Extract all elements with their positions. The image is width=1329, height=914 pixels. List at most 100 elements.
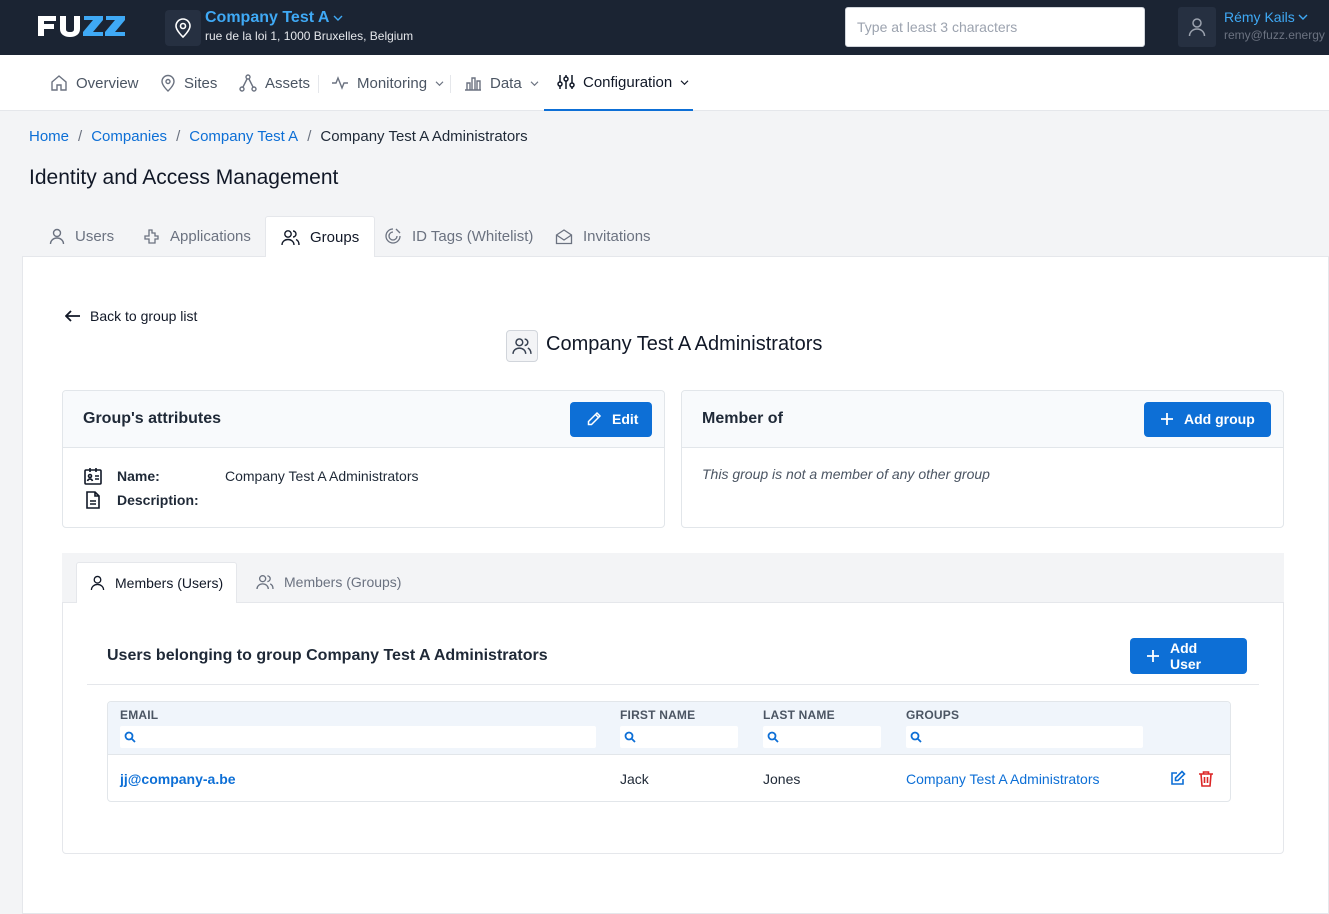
breadcrumb-separator: / (307, 128, 312, 145)
column-header-groups[interactable]: GROUPS (906, 708, 959, 722)
card-header: Member of Add group (682, 391, 1283, 448)
user-first-name: Jack (620, 771, 649, 787)
company-address: rue de la loi 1, 1000 Bruxelles, Belgium (205, 29, 414, 43)
company-name: Company Test A (205, 9, 330, 26)
description-attribute-row: Description: (83, 490, 225, 510)
group-title: Company Test A Administrators (546, 333, 823, 355)
user-group-link[interactable]: Company Test A Administrators (906, 771, 1100, 787)
empty-member-of-note: This group is not a member of any other … (702, 466, 990, 482)
user-email: remy@fuzz.energy (1224, 28, 1325, 42)
breadcrumb-separator: / (78, 128, 83, 145)
chevron-down-icon (530, 80, 539, 87)
trash-icon[interactable] (1198, 770, 1214, 787)
chevron-down-icon (333, 14, 343, 22)
tab-members-users[interactable]: Members (Users) (76, 562, 238, 603)
breadcrumb-companies[interactable]: Companies (91, 128, 167, 145)
nav-assets[interactable]: Assets (239, 55, 310, 111)
tab-users[interactable]: Users (34, 216, 130, 257)
user-email-link[interactable]: jj@company-a.be (120, 771, 236, 787)
pencil-icon (586, 411, 602, 427)
card-header: Group's attributes Edit (63, 391, 664, 448)
arrow-left-icon (65, 310, 81, 322)
tab-label: Applications (170, 227, 251, 245)
column-header-last-name[interactable]: LAST NAME (763, 708, 835, 722)
column-header-email[interactable]: EMAIL (120, 708, 158, 722)
last-name-filter-input[interactable] (763, 726, 881, 748)
add-user-button-label: Add User (1170, 640, 1202, 672)
groups-filter-input[interactable] (906, 726, 1143, 748)
assets-icon (239, 74, 257, 92)
map-pin-icon (160, 74, 176, 92)
group-avatar (506, 330, 538, 362)
add-user-button[interactable]: Add User (1130, 638, 1247, 674)
breadcrumb: Home / Companies / Company Test A / Comp… (29, 128, 528, 145)
nav-monitoring[interactable]: Monitoring (331, 55, 444, 111)
email-filter-input[interactable] (120, 726, 596, 748)
fuzz-logo[interactable] (36, 14, 128, 38)
nav-label: Assets (265, 74, 311, 92)
column-header-first-name[interactable]: FIRST NAME (620, 708, 695, 722)
edit-button-label: Edit (612, 411, 639, 427)
name-attribute-row: Name: Company Test A Administrators (83, 466, 419, 486)
back-to-group-list-link[interactable]: Back to group list (65, 308, 197, 324)
user-icon (90, 575, 105, 591)
company-selector[interactable]: Company Test A (205, 9, 343, 27)
user-menu[interactable]: Rémy Kails (1224, 9, 1308, 25)
page-title: Identity and Access Management (29, 166, 339, 189)
nav-label: Overview (76, 74, 139, 92)
user-icon (49, 228, 65, 245)
user-last-name: Jones (763, 771, 801, 787)
nav-overview[interactable]: Overview (50, 55, 139, 111)
edit-button[interactable]: Edit (570, 401, 652, 437)
card-title: Group's attributes (83, 410, 222, 427)
plus-icon (1160, 412, 1174, 426)
first-name-filter-input[interactable] (620, 726, 738, 748)
tab-label: Members (Users) (115, 575, 224, 591)
id-card-icon (83, 466, 103, 486)
users-section-heading: Users belonging to group Company Test A … (107, 647, 548, 664)
nav-label: Configuration (583, 73, 673, 91)
global-search-input[interactable] (845, 7, 1145, 47)
envelope-icon (555, 228, 573, 245)
users-icon (512, 337, 532, 355)
tab-invitations[interactable]: Invitations (540, 216, 666, 257)
add-group-button-label: Add group (1184, 411, 1255, 427)
section-divider (87, 684, 1259, 685)
tab-groups[interactable]: Groups (265, 216, 376, 257)
breadcrumb-separator: / (176, 128, 181, 145)
add-group-button[interactable]: Add group (1144, 401, 1271, 437)
top-bar: Company Test A rue de la loi 1, 1000 Bru… (0, 0, 1329, 55)
breadcrumb-current: Company Test A Administrators (320, 128, 528, 145)
plus-icon (1146, 649, 1160, 663)
nav-data[interactable]: Data (464, 55, 539, 111)
tab-id-tags[interactable]: ID Tags (Whitelist) (369, 216, 549, 257)
name-label: Name: (117, 468, 160, 484)
edit-icon[interactable] (1169, 770, 1186, 787)
nav-label: Data (490, 74, 522, 92)
document-icon (83, 490, 103, 510)
breadcrumb-company[interactable]: Company Test A (189, 128, 298, 145)
user-avatar[interactable] (1178, 7, 1216, 47)
user-icon (1188, 17, 1206, 37)
members-table: EMAIL FIRST NAME LAST NAME GROUPS jj@com… (107, 701, 1231, 802)
home-icon (50, 74, 68, 92)
chevron-down-icon (435, 80, 444, 87)
group-attributes-card: Group's attributes Edit Name: Company Te… (62, 390, 665, 528)
nav-configuration[interactable]: Configuration (544, 55, 693, 111)
tab-label: Users (75, 227, 115, 245)
description-label: Description: (117, 492, 199, 508)
nav-sites[interactable]: Sites (160, 55, 217, 111)
back-link-label: Back to group list (90, 308, 198, 324)
map-pin-icon (174, 18, 192, 38)
tab-members-groups[interactable]: Members (Groups) (243, 562, 415, 603)
tab-label: Members (Groups) (284, 574, 402, 590)
table-header: EMAIL FIRST NAME LAST NAME GROUPS (108, 702, 1230, 755)
sliders-icon (557, 73, 575, 91)
tab-applications[interactable]: Applications (128, 216, 266, 257)
breadcrumb-home[interactable]: Home (29, 128, 69, 145)
bar-chart-icon (464, 74, 482, 92)
site-selector-button[interactable] (165, 10, 201, 46)
nav-label: Sites (184, 74, 218, 92)
member-of-card: Member of Add group This group is not a … (681, 390, 1284, 528)
table-row: jj@company-a.be Jack Jones Company Test … (108, 755, 1230, 801)
